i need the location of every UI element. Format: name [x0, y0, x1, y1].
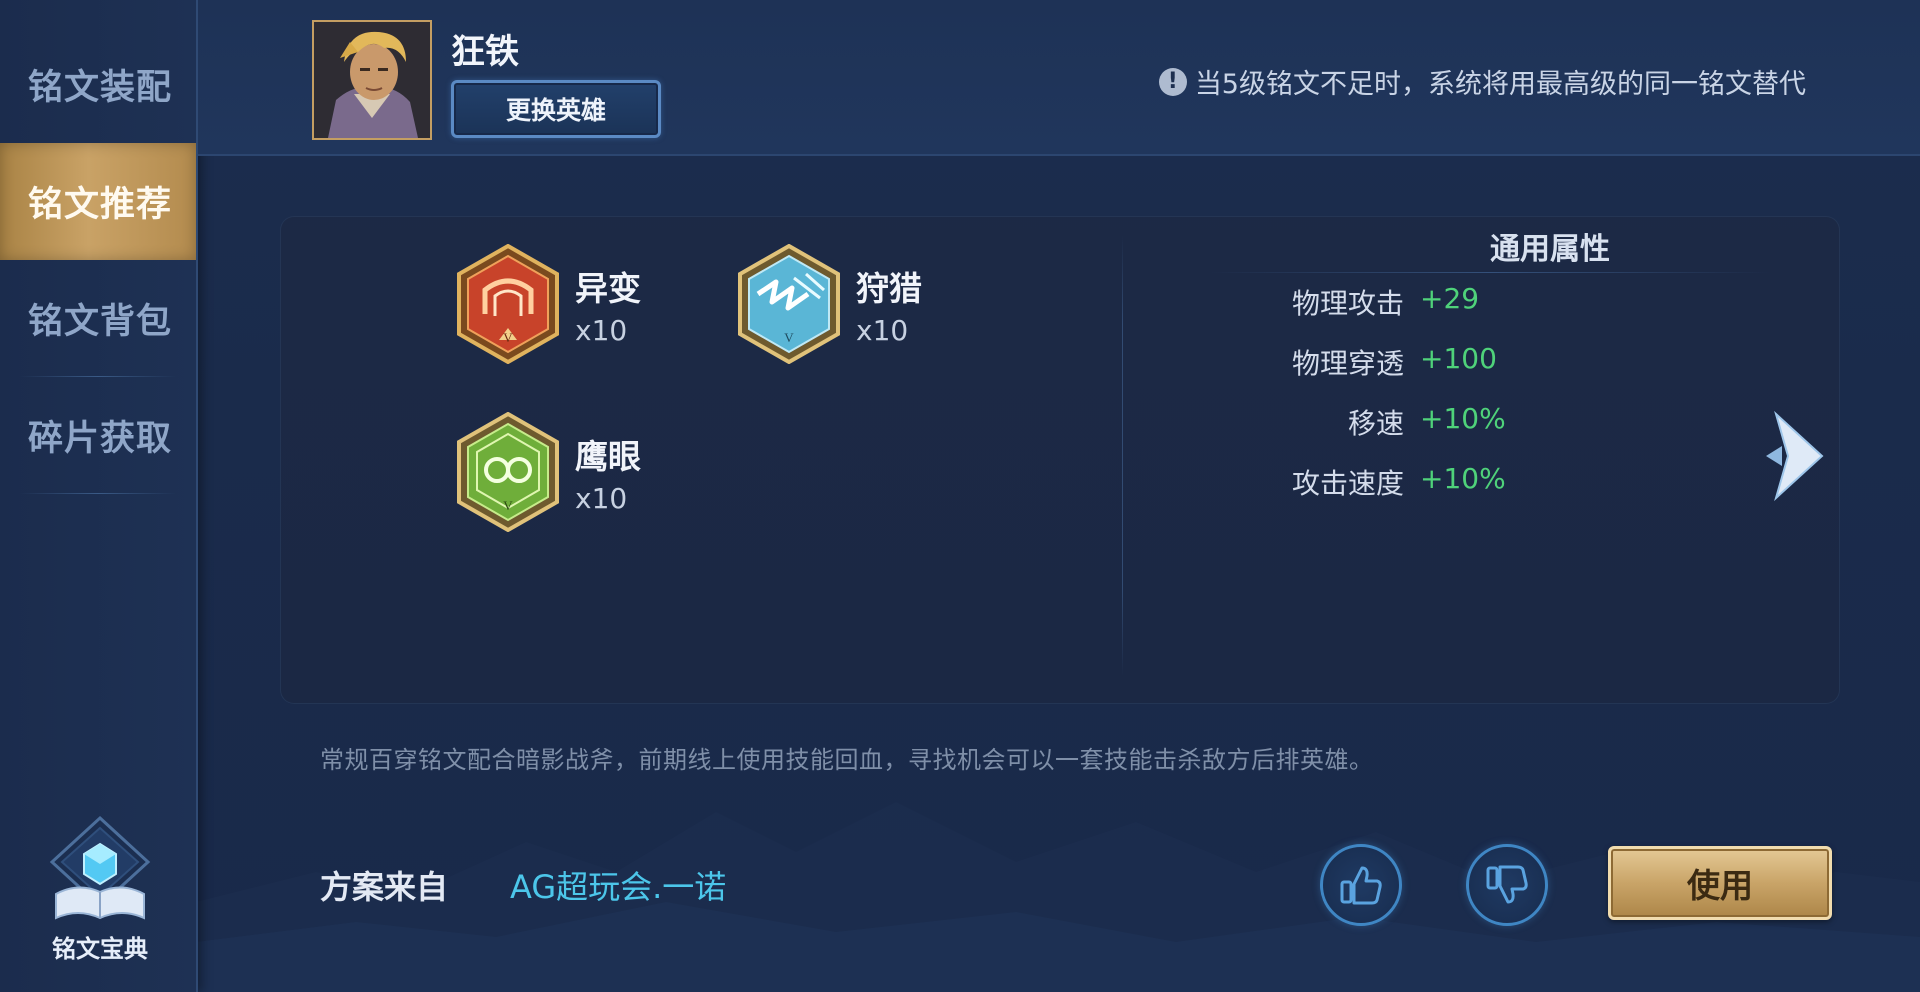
attribute-value: +100: [1420, 342, 1497, 375]
rune-item-hunt[interactable]: V 狩猎 x10: [736, 244, 1036, 374]
thumbs-down-icon: [1486, 865, 1528, 904]
svg-text:V: V: [503, 330, 513, 345]
like-button[interactable]: [1320, 844, 1402, 926]
hero-portrait-image: [314, 22, 430, 138]
dislike-button[interactable]: [1466, 844, 1548, 926]
blue-rune-icon: V: [738, 244, 840, 364]
source-label: 方案来自: [320, 868, 449, 906]
attribute-name: 攻击速度: [1291, 467, 1404, 500]
attribute-row: 物理穿透 +100: [1240, 342, 1660, 382]
red-rune-icon: V: [457, 244, 559, 364]
sidebar: 铭文装配 铭文推荐 铭文背包 碎片获取 铭文宝典: [0, 0, 198, 992]
sidebar-divider: [20, 493, 176, 494]
hero-avatar[interactable]: [312, 20, 432, 140]
codex-label: 铭文宝典: [52, 935, 148, 963]
attributes-title: 通用属性: [1490, 232, 1610, 267]
rune-name: 狩猎: [856, 269, 922, 308]
replacement-notice: ! 当5级铭文不足时，系统将用最高级的同一铭文替代: [1158, 62, 1806, 101]
attribute-name: 物理攻击: [1291, 287, 1404, 320]
attribute-name: 移速: [1347, 407, 1404, 440]
sidebar-item-fragment-obtain[interactable]: 碎片获取: [0, 377, 196, 494]
hero-name: 狂铁: [451, 32, 519, 72]
rune-codex-button[interactable]: 铭文宝典: [30, 814, 170, 964]
rune-name: 异变: [575, 269, 641, 308]
sidebar-item-label: 铭文装配: [28, 68, 173, 108]
sidebar-item-rune-equip[interactable]: 铭文装配: [0, 26, 196, 143]
attributes-title-underline: [1210, 272, 1770, 273]
use-button[interactable]: 使用: [1608, 846, 1832, 920]
sidebar-item-rune-recommend[interactable]: 铭文推荐: [0, 143, 196, 260]
rune-name: 鹰眼: [575, 437, 641, 476]
sidebar-item-label: 铭文推荐: [28, 185, 173, 225]
rune-count: x10: [575, 314, 628, 347]
notice-text: 当5级铭文不足时，系统将用最高级的同一铭文替代: [1194, 69, 1806, 100]
attribute-row: 物理攻击 +29: [1240, 282, 1660, 322]
exclamation-icon: !: [1158, 67, 1187, 96]
rune-recommend-screen: 铭文装配 铭文推荐 铭文背包 碎片获取 铭文宝典 狂铁 更换英雄 ! 当5级铭文…: [0, 0, 1920, 992]
attribute-row: 移速 +10%: [1240, 402, 1660, 442]
attribute-value: +10%: [1420, 402, 1506, 435]
sidebar-item-rune-bag[interactable]: 铭文背包: [0, 260, 196, 377]
thumbs-up-icon: [1340, 866, 1382, 905]
svg-text:V: V: [784, 330, 794, 345]
attribute-row: 攻击速度 +10%: [1240, 462, 1660, 502]
sidebar-item-label: 铭文背包: [28, 302, 173, 342]
rune-count: x10: [856, 314, 909, 347]
rune-set-panel: V 异变 x10 V 狩猎 x10 V 鹰眼 x10 通用属性 物理攻击 +29…: [280, 216, 1840, 704]
codex-book-icon: [49, 815, 151, 920]
attribute-value: +10%: [1420, 462, 1506, 495]
attribute-name: 物理穿透: [1291, 347, 1404, 380]
change-hero-button[interactable]: 更换英雄: [451, 80, 661, 138]
next-page-arrow-icon[interactable]: [1762, 406, 1832, 506]
svg-text:V: V: [503, 498, 513, 513]
rune-item-hawkeye[interactable]: V 鹰眼 x10: [455, 412, 755, 542]
rune-count: x10: [575, 482, 628, 515]
panel-divider: [1122, 236, 1123, 676]
rune-item-mutation[interactable]: V 异变 x10: [455, 244, 755, 374]
source-author-link[interactable]: AG超玩会.一诺: [510, 862, 726, 908]
rune-set-description: 常规百穿铭文配合暗影战斧，前期线上使用技能回血，寻找机会可以一套技能击杀敌方后排…: [320, 746, 1374, 774]
attribute-value: +29: [1420, 282, 1480, 315]
green-rune-icon: V: [457, 412, 559, 532]
sidebar-item-label: 碎片获取: [28, 419, 173, 459]
